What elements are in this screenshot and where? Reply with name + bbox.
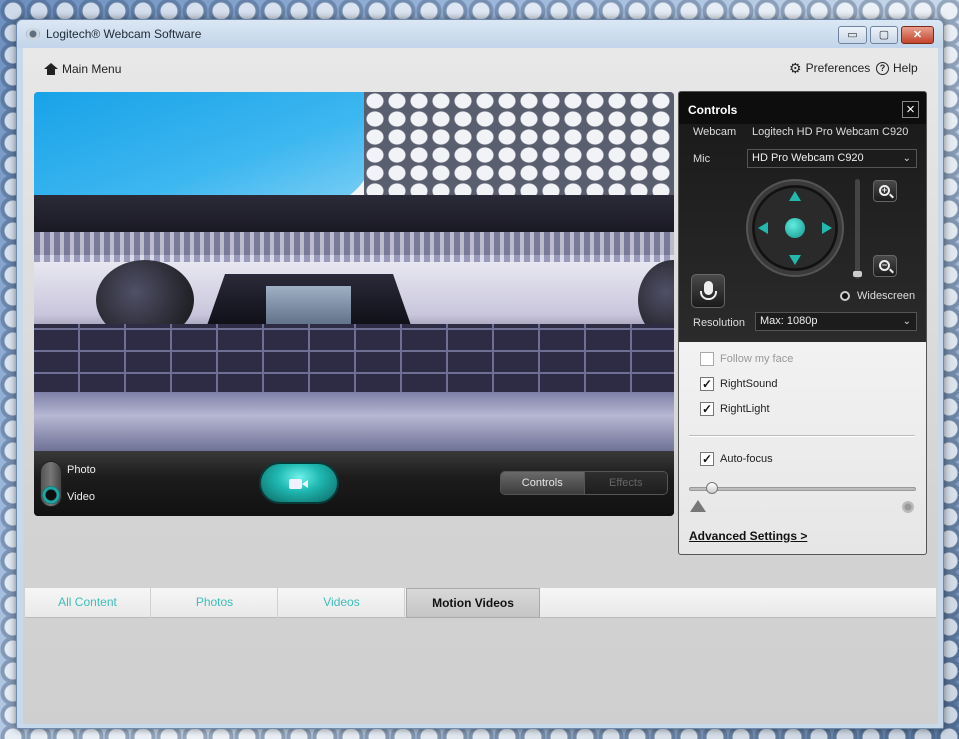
video-camera-icon <box>289 476 309 490</box>
resolution-label: Resolution <box>693 317 745 329</box>
mic-label: Mic <box>693 153 711 165</box>
preferences-link[interactable]: ⚙ Preferences <box>789 61 870 75</box>
widescreen-label: Widescreen <box>857 290 916 302</box>
controls-panel-options: Follow my face ✓ RightSound ✓ RightLight… <box>679 342 926 554</box>
content-tabs: All Content Photos Videos Motion Videos <box>25 588 936 618</box>
follow-face-label: Follow my face <box>720 353 794 365</box>
mic-button[interactable] <box>691 274 725 308</box>
landscape-focus-icon <box>690 500 706 512</box>
tab-all-content[interactable]: All Content <box>25 588 151 618</box>
gear-icon: ⚙ <box>789 60 802 76</box>
pan-center-button[interactable] <box>785 218 805 238</box>
follow-face-checkbox[interactable] <box>700 352 714 366</box>
minimize-button[interactable]: ▭ <box>838 26 867 44</box>
close-window-button[interactable]: ✕ <box>901 26 934 44</box>
autofocus-checkbox[interactable]: ✓ <box>700 452 714 466</box>
tab-photos[interactable]: Photos <box>152 588 278 618</box>
autofocus-label: Auto-focus <box>720 453 773 465</box>
help-label: Help <box>893 61 918 75</box>
controls-effects-switch: Controls Effects <box>500 471 668 495</box>
toggle-knob[interactable] <box>42 486 60 504</box>
rightlight-label: RightLight <box>720 403 770 415</box>
advanced-settings-link[interactable]: Advanced Settings > <box>689 529 807 543</box>
focus-slider[interactable] <box>689 487 916 491</box>
capture-controlbar: Photo Video Controls Effects <box>34 451 674 516</box>
effects-tab-button[interactable]: Effects <box>583 472 667 494</box>
controls-panel-title: Controls <box>688 103 738 117</box>
controls-panel: Controls × Webcam Logitech HD Pro Webcam… <box>678 91 927 555</box>
resolution-select[interactable]: Max: 1080p ⌄ <box>755 312 917 331</box>
help-link[interactable]: ? Help <box>876 61 918 75</box>
zoom-slider-thumb[interactable] <box>853 271 862 277</box>
preview-keyboard <box>34 324 674 394</box>
zoom-out-button[interactable]: − <box>873 255 897 277</box>
options-divider <box>689 435 915 437</box>
rightlight-checkbox[interactable]: ✓ <box>700 402 714 416</box>
webcam-preview[interactable] <box>34 92 674 451</box>
microphone-stand <box>700 291 717 300</box>
pan-up-arrow[interactable] <box>789 191 801 201</box>
pan-left-arrow[interactable] <box>758 222 768 234</box>
record-video-button[interactable] <box>259 462 339 504</box>
top-navigation: Main Menu ⚙ Preferences ? Help <box>23 48 938 90</box>
app-window: Logitech® Webcam Software ▭ ▢ ✕ Main Men… <box>16 19 944 729</box>
photo-mode-label[interactable]: Photo <box>67 464 96 476</box>
webcam-label: Webcam <box>693 126 737 138</box>
preview-dome <box>364 92 674 202</box>
title-bar[interactable]: Logitech® Webcam Software ▭ ▢ ✕ <box>17 20 943 48</box>
rightsound-label: RightSound <box>720 378 778 390</box>
mic-select[interactable]: HD Pro Webcam C920 ⌄ <box>747 149 917 168</box>
pan-down-arrow[interactable] <box>789 255 801 265</box>
video-mode-label[interactable]: Video <box>67 491 95 503</box>
zoom-slider[interactable] <box>853 179 862 279</box>
rightsound-checkbox[interactable]: ✓ <box>700 377 714 391</box>
preview-monitor-stripes <box>34 232 674 262</box>
widescreen-radio[interactable] <box>840 291 850 301</box>
tab-motion-videos[interactable]: Motion Videos <box>406 588 540 618</box>
mic-select-value: HD Pro Webcam C920 <box>752 152 864 164</box>
window-title: Logitech® Webcam Software <box>46 27 202 41</box>
pan-tilt-dpad[interactable] <box>746 179 844 277</box>
controls-tab-button[interactable]: Controls <box>501 472 584 494</box>
pan-right-arrow[interactable] <box>822 222 832 234</box>
client-area: Main Menu ⚙ Preferences ? Help Photo Vid… <box>23 48 938 724</box>
video-player: Photo Video Controls Effects <box>34 92 674 516</box>
macro-focus-icon <box>902 501 914 513</box>
controls-panel-top: Webcam Logitech HD Pro Webcam C920 Mic H… <box>679 124 926 342</box>
main-menu-label: Main Menu <box>62 62 122 76</box>
webcam-app-icon <box>26 28 40 40</box>
help-icon: ? <box>876 61 889 75</box>
close-icon[interactable]: × <box>902 101 919 118</box>
main-menu-link[interactable]: Main Menu <box>44 62 121 76</box>
maximize-button[interactable]: ▢ <box>870 26 898 44</box>
tab-videos[interactable]: Videos <box>279 588 405 618</box>
focus-slider-thumb[interactable] <box>706 482 718 494</box>
resolution-select-value: Max: 1080p <box>760 315 818 327</box>
chevron-down-icon: ⌄ <box>902 153 911 164</box>
webcam-value: Logitech HD Pro Webcam C920 <box>752 126 909 138</box>
preferences-label: Preferences <box>805 61 871 75</box>
preview-lcd-screen <box>266 286 351 326</box>
zoom-in-button[interactable]: + <box>873 180 897 202</box>
home-icon <box>44 62 58 76</box>
photo-video-toggle[interactable] <box>40 461 62 507</box>
preview-sky <box>34 92 374 207</box>
chevron-down-icon: ⌄ <box>902 316 911 327</box>
preview-desk <box>34 392 674 451</box>
